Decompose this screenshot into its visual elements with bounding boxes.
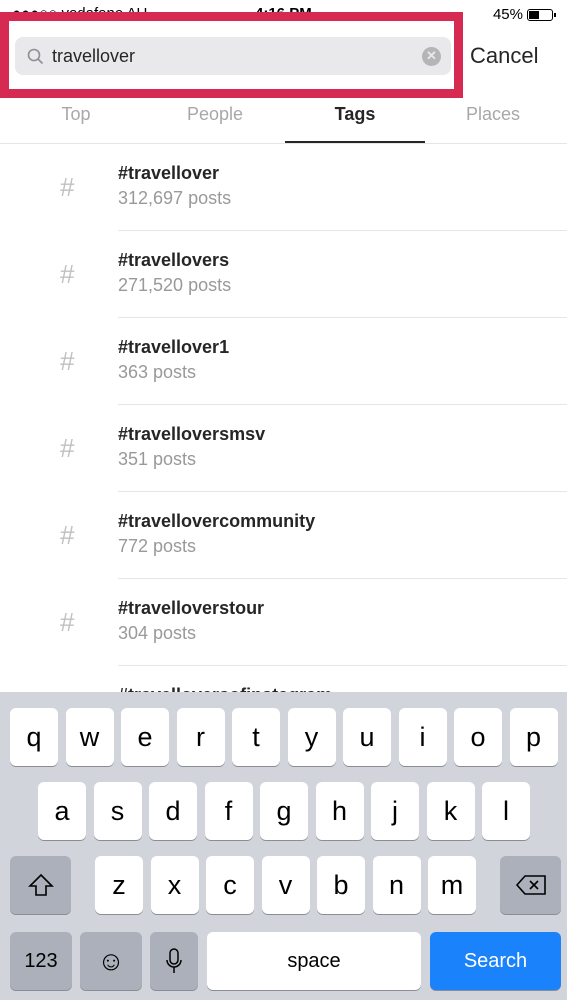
search-key[interactable]: Search [430, 932, 561, 990]
cancel-button[interactable]: Cancel [470, 43, 538, 69]
tag-post-count: 271,520 posts [118, 275, 232, 295]
key-b[interactable]: b [317, 856, 365, 914]
shift-key[interactable] [10, 856, 71, 914]
search-icon [27, 48, 44, 64]
tag-results: # #travellover 312,697 posts # #travellovers… [0, 144, 567, 753]
key-c[interactable]: c [206, 856, 254, 914]
battery-percent: 45% [492, 6, 523, 23]
key-d[interactable]: d [149, 782, 197, 840]
key-f[interactable]: f [204, 782, 253, 840]
key-s[interactable]: s [93, 782, 142, 840]
key-t[interactable]: t [232, 708, 280, 766]
tag-name: #travellovers [118, 250, 230, 270]
tab-people[interactable]: People [145, 104, 285, 143]
tag-result[interactable]: # #travellovercommunity 772 posts [0, 492, 567, 579]
key-z[interactable]: z [95, 856, 143, 914]
key-p[interactable]: p [509, 708, 558, 766]
key-r[interactable]: r [176, 708, 225, 766]
battery-icon [527, 8, 556, 21]
key-l[interactable]: l [482, 782, 530, 840]
tag-post-count: 772 posts [118, 536, 197, 556]
keyboard: q w e r t y u i o p a s d f g h j k l z x c v b n m 123 ☺ space Searc… [0, 692, 567, 1000]
key-v[interactable]: v [261, 856, 310, 914]
emoji-key[interactable]: ☺ [80, 932, 142, 990]
tag-result[interactable]: # #travellovers 271,520 posts [0, 231, 567, 318]
emoji-icon: ☺ [97, 945, 125, 976]
tag-result[interactable]: # #travelloverstour 304 posts [0, 579, 567, 666]
tag-name: #travelloverstour [118, 598, 265, 618]
hashtag-icon: # [60, 520, 75, 550]
clear-search-icon[interactable]: ✕ [422, 46, 441, 66]
battery-fill [529, 10, 539, 19]
key-e[interactable]: e [121, 708, 169, 766]
tag-result[interactable]: # #travelloversmsv 351 posts [0, 405, 567, 492]
hashtag-icon: # [60, 259, 75, 289]
tag-name: #travellovercommunity [118, 511, 316, 531]
hashtag-icon: # [60, 346, 75, 376]
tag-post-count: 304 posts [118, 623, 197, 643]
tab-top[interactable]: Top [6, 104, 146, 143]
tag-name: #travellover1 [118, 337, 230, 357]
key-o[interactable]: o [454, 708, 502, 766]
key-k[interactable]: k [426, 782, 475, 840]
tag-post-count: 312,697 posts [118, 188, 232, 208]
search-input[interactable] [52, 45, 422, 67]
tag-post-count: 351 posts [118, 449, 197, 469]
key-n[interactable]: n [372, 856, 421, 914]
shift-icon [27, 873, 54, 896]
tab-places[interactable]: Places [423, 104, 563, 143]
tag-result[interactable]: # #travellover 312,697 posts [0, 144, 567, 231]
key-g[interactable]: g [260, 782, 308, 840]
hashtag-icon: # [60, 433, 75, 463]
key-x[interactable]: x [150, 856, 199, 914]
search-tabs: Top People Tags Places [0, 100, 567, 144]
key-i[interactable]: i [398, 708, 447, 766]
key-w[interactable]: w [65, 708, 114, 766]
numbers-key[interactable]: 123 [10, 932, 72, 990]
search-bar[interactable]: ✕ [15, 37, 451, 75]
tab-tags[interactable]: Tags [285, 104, 425, 143]
key-u[interactable]: u [343, 708, 391, 766]
key-a[interactable]: a [38, 782, 86, 840]
key-y[interactable]: y [287, 708, 336, 766]
tag-result[interactable]: # #travellover1 363 posts [0, 318, 567, 405]
tag-name: #travellover [118, 163, 220, 183]
hashtag-icon: # [60, 607, 75, 637]
key-h[interactable]: h [315, 782, 364, 840]
backspace-key[interactable] [500, 856, 561, 914]
hashtag-icon: # [60, 172, 75, 202]
space-key[interactable]: space [207, 932, 421, 990]
battery-status: 45% [492, 6, 556, 23]
microphone-icon [166, 948, 182, 973]
tag-name: #travelloversmsv [118, 424, 266, 444]
tag-post-count: 363 posts [118, 362, 197, 382]
key-j[interactable]: j [371, 782, 419, 840]
backspace-icon [515, 875, 546, 895]
key-q[interactable]: q [10, 708, 58, 766]
dictation-key[interactable] [150, 932, 198, 990]
key-m[interactable]: m [428, 856, 476, 914]
